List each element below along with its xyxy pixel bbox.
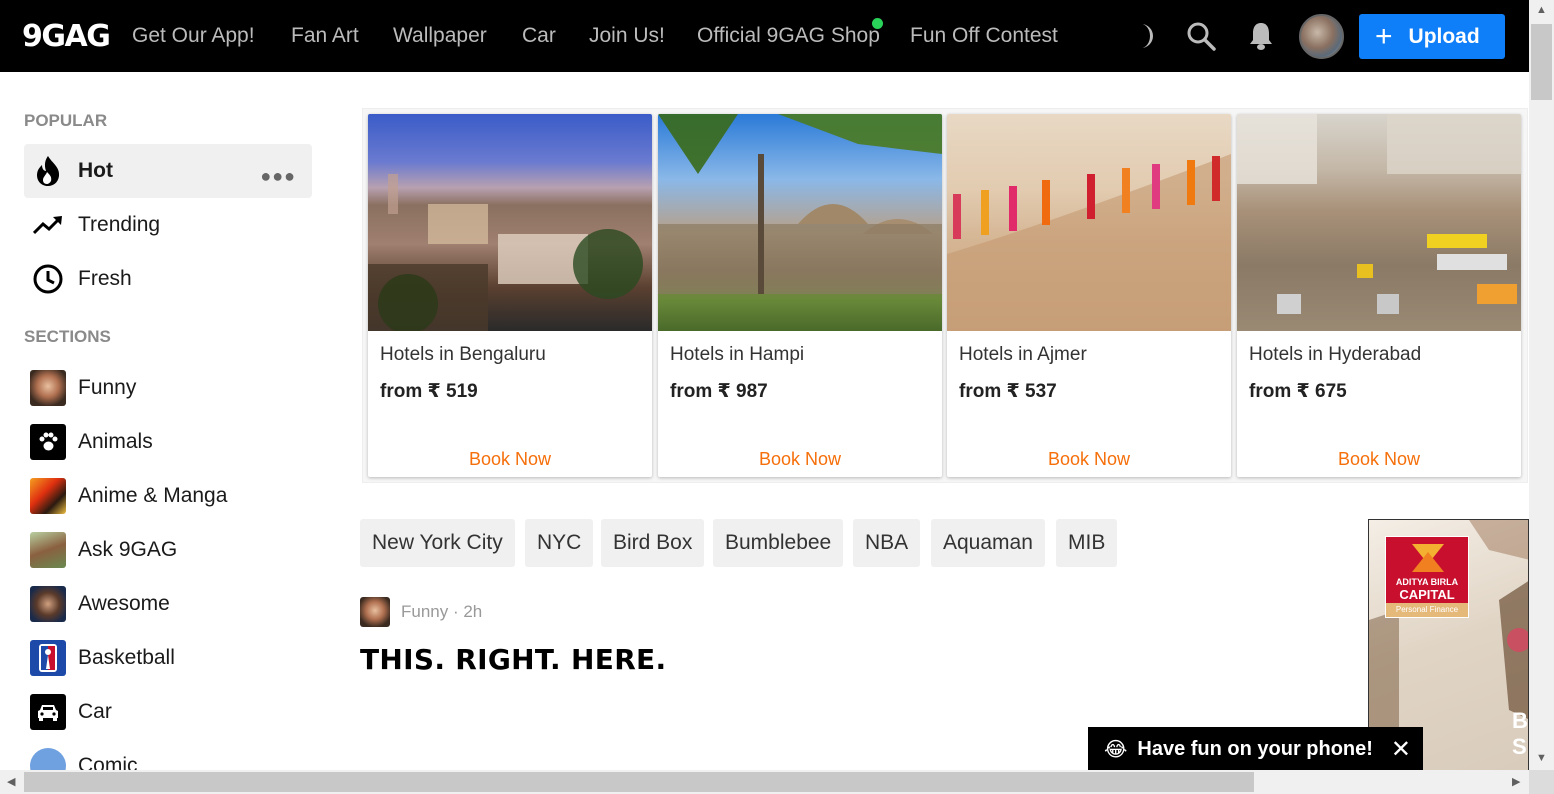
funny-section-icon (30, 370, 66, 406)
post-meta[interactable]: Funny · 2h (401, 602, 482, 622)
sidebar-item-label: Trending (78, 213, 161, 236)
sidebar-item-fresh[interactable]: Fresh (24, 252, 312, 306)
hotel-image (1237, 114, 1521, 331)
hotel-image (368, 114, 652, 331)
book-now-link[interactable]: Book Now (1237, 449, 1521, 470)
scroll-up-arrow-icon[interactable]: ▲ (1536, 4, 1547, 16)
hotel-price: from ₹ 987 (670, 381, 768, 402)
user-avatar[interactable] (1299, 14, 1344, 59)
sidebar-item-trending[interactable]: Trending (24, 198, 312, 252)
brand-emblem-icon (1412, 544, 1444, 572)
trending-icon (30, 207, 66, 243)
horizontal-scroll-thumb[interactable] (24, 772, 1254, 792)
hotel-image (658, 114, 942, 331)
anime-section-icon (30, 478, 66, 514)
nav-link-fun-off-contest[interactable]: Fun Off Contest (910, 24, 1058, 48)
sidebar-item-funny[interactable]: Funny (24, 361, 312, 415)
sidebar-item-label: Awesome (78, 592, 170, 615)
book-now-link[interactable]: Book Now (368, 449, 652, 470)
sidebar-item-label: Animals (78, 430, 153, 453)
sidebar-item-label: Basketball (78, 646, 175, 669)
hotel-name: Hotels in Bengaluru (380, 344, 546, 365)
hotel-name: Hotels in Hyderabad (1249, 344, 1422, 365)
hotel-name: Hotels in Hampi (670, 344, 805, 365)
shop-new-indicator (872, 18, 883, 29)
ask-9gag-section-icon (30, 532, 66, 568)
hotel-card-bengaluru[interactable]: Hotels in Bengaluru from ₹ 519 Book Now (368, 114, 652, 477)
awesome-section-icon (30, 586, 66, 622)
sidebar-item-label: Anime & Manga (78, 484, 228, 507)
sidebar-item-label: Car (78, 700, 112, 723)
tag-nyc[interactable]: NYC (525, 519, 594, 567)
nav-link-join-us[interactable]: Join Us! (589, 24, 665, 48)
sidebar-item-awesome[interactable]: Awesome (24, 577, 312, 631)
sidebar-item-car[interactable]: Car (24, 685, 312, 739)
aditya-birla-logo: ADITYA BIRLA CAPITAL Personal Finance (1385, 536, 1469, 618)
tag-aquaman[interactable]: Aquaman (931, 519, 1045, 567)
upload-button[interactable]: + Upload (1359, 14, 1505, 59)
nav-link-get-app[interactable]: Get Our App! (132, 24, 255, 48)
search-button[interactable] (1185, 20, 1217, 52)
tag-mib[interactable]: MIB (1056, 519, 1118, 567)
tag-new-york-city[interactable]: New York City (360, 519, 515, 567)
upload-label: Upload (1408, 24, 1480, 48)
hotel-price: from ₹ 537 (959, 381, 1057, 402)
hotel-name: Hotels in Ajmer (959, 344, 1087, 365)
plus-icon: + (1375, 19, 1393, 53)
app-promo-toast[interactable]: 😂 Have fun on your phone! ✕ (1088, 727, 1423, 771)
scrollbar-corner (1529, 770, 1554, 794)
tag-nba[interactable]: NBA (853, 519, 921, 567)
hotel-image (947, 114, 1231, 331)
sidebar-item-label: Fresh (78, 267, 132, 290)
hotel-card-hyderabad[interactable]: Hotels in Hyderabad from ₹ 675 Book Now (1237, 114, 1521, 477)
close-icon[interactable]: ✕ (1391, 735, 1411, 764)
vertical-scroll-thumb[interactable] (1531, 24, 1552, 100)
nav-link-wallpaper[interactable]: Wallpaper (393, 24, 487, 48)
search-icon (1187, 22, 1216, 51)
clock-icon (30, 261, 66, 297)
sidebar-item-basketball[interactable]: Basketball (24, 631, 312, 685)
toast-message: Have fun on your phone! (1137, 737, 1373, 760)
notifications-button[interactable] (1245, 20, 1277, 52)
sidebar-item-label: Hot (78, 159, 113, 182)
scroll-right-arrow-icon[interactable]: ▶ (1512, 775, 1520, 788)
sidebar-item-hot[interactable]: Hot ●●● (24, 144, 312, 198)
scroll-left-arrow-icon[interactable]: ◀ (7, 775, 15, 788)
sidebar-item-anime-manga[interactable]: Anime & Manga (24, 469, 312, 523)
bell-icon (1250, 23, 1272, 50)
fire-icon (30, 153, 66, 189)
laughing-emoji-icon: 😂 (1104, 738, 1128, 761)
hotel-price: from ₹ 519 (380, 381, 478, 402)
hotel-card-ajmer[interactable]: Hotels in Ajmer from ₹ 537 Book Now (947, 114, 1231, 477)
tag-bird-box[interactable]: Bird Box (601, 519, 705, 567)
hotel-card-hampi[interactable]: Hotels in Hampi from ₹ 987 Book Now (658, 114, 942, 477)
sidebar-item-label: Funny (78, 376, 137, 399)
moon-icon (1141, 24, 1153, 48)
hotel-price: from ₹ 675 (1249, 381, 1347, 402)
book-now-link[interactable]: Book Now (947, 449, 1231, 470)
dark-mode-toggle[interactable] (1129, 20, 1161, 52)
sidebar-item-animals[interactable]: Animals (24, 415, 312, 469)
nav-link-shop[interactable]: Official 9GAG Shop (697, 24, 880, 48)
popular-heading: POPULAR (24, 111, 108, 130)
tag-bumblebee[interactable]: Bumblebee (713, 519, 844, 567)
sidebar-item-label: Ask 9GAG (78, 538, 178, 561)
sections-heading: SECTIONS (24, 327, 111, 346)
paw-icon (30, 424, 66, 460)
ad-edge-text: B S (1512, 708, 1528, 759)
sidebar-item-ask-9gag[interactable]: Ask 9GAG (24, 523, 312, 577)
car-icon (30, 694, 66, 730)
nav-link-car[interactable]: Car (522, 24, 556, 48)
nba-logo-icon (30, 640, 66, 676)
site-logo[interactable]: 9GAG (22, 19, 111, 54)
book-now-link[interactable]: Book Now (658, 449, 942, 470)
post-title[interactable]: THIS. RIGHT. HERE. (360, 643, 666, 676)
post-section-avatar[interactable] (360, 597, 390, 627)
top-navbar: 9GAG Get Our App! Fan Art Wallpaper Car … (0, 0, 1529, 72)
nav-link-fan-art[interactable]: Fan Art (291, 24, 359, 48)
more-options-icon[interactable]: ●●● (260, 166, 296, 187)
vertical-scrollbar[interactable] (1529, 0, 1554, 770)
scroll-down-arrow-icon[interactable]: ▼ (1536, 752, 1547, 764)
